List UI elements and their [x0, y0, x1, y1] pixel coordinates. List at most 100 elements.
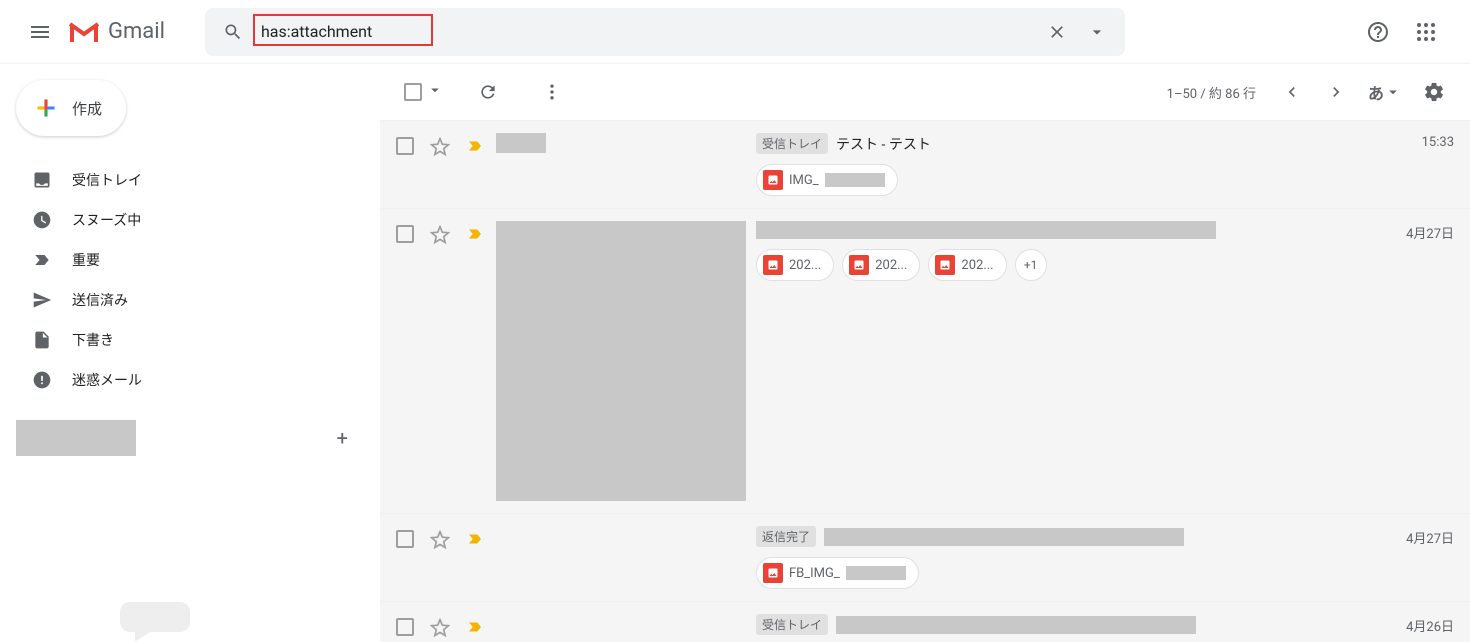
help-button[interactable] — [1358, 12, 1398, 52]
next-page-button[interactable] — [1316, 72, 1356, 112]
sidebar-item-snoozed[interactable]: スヌーズ中 — [0, 200, 368, 240]
important-marker-icon — [466, 618, 484, 636]
search-options-dropdown[interactable] — [1077, 12, 1117, 52]
star-button[interactable] — [430, 225, 450, 249]
image-file-icon — [763, 170, 783, 190]
image-file-icon — [935, 255, 955, 275]
image-file-icon — [763, 563, 783, 583]
plus-icon — [32, 94, 60, 122]
select-dropdown[interactable] — [426, 81, 444, 103]
search-input[interactable] — [253, 18, 1037, 45]
gmail-logo-text: Gmail — [108, 19, 165, 44]
search-button[interactable] — [213, 12, 253, 52]
image-file-icon — [849, 255, 869, 275]
email-row[interactable]: 受信トレイ テスト - テスト IMG_ 15:33 — [380, 120, 1470, 209]
attachment-chip[interactable]: FB_IMG_ — [756, 557, 919, 589]
chevron-down-icon — [1087, 22, 1107, 42]
gmail-logo[interactable]: Gmail — [68, 19, 165, 44]
star-button[interactable] — [430, 618, 450, 642]
input-method-button[interactable]: あ — [1368, 80, 1402, 104]
sidebar-item-label: 送信済み — [72, 290, 128, 310]
sidebar-item-spam[interactable]: 迷惑メール — [0, 360, 368, 400]
attachment-chip[interactable]: 202... — [842, 249, 920, 281]
redacted-region — [16, 420, 136, 456]
important-button[interactable] — [466, 618, 484, 640]
sidebar-item-drafts[interactable]: 下書き — [0, 320, 368, 360]
label-chip[interactable]: 受信トレイ — [756, 133, 828, 154]
attachment-chip[interactable]: 202... — [756, 249, 834, 281]
sidebar-item-important[interactable]: 重要 — [0, 240, 368, 280]
chevron-left-icon — [1282, 82, 1302, 102]
select-all-checkbox[interactable] — [404, 81, 444, 103]
attachment-name: IMG_ — [789, 173, 819, 188]
star-icon — [430, 530, 450, 550]
redacted-region — [825, 173, 885, 187]
sidebar: 作成 受信トレイ スヌーズ中 重要 送信済み 下書き — [0, 64, 380, 642]
sidebar-item-label: 迷惑メール — [72, 370, 142, 390]
attachment-name: 202... — [875, 258, 907, 273]
row-checkbox[interactable] — [396, 225, 414, 243]
row-checkbox[interactable] — [396, 618, 414, 636]
toolbar: 1–50 / 約 86 行 あ — [380, 64, 1470, 120]
more-button[interactable] — [532, 72, 572, 112]
attachment-name: 202... — [789, 258, 821, 273]
more-attachments-chip[interactable]: +1 — [1015, 249, 1047, 281]
sidebar-item-label: 重要 — [72, 250, 100, 270]
refresh-button[interactable] — [468, 72, 508, 112]
help-icon — [1366, 20, 1390, 44]
star-button[interactable] — [430, 530, 450, 554]
pagination-info: 1–50 / 約 86 行 — [1167, 83, 1256, 102]
checkbox-icon — [404, 83, 422, 101]
attachment-name: FB_IMG_ — [789, 566, 840, 581]
email-row[interactable]: 202... 202... 202... +1 4月27日 — [380, 209, 1470, 514]
draft-icon — [32, 330, 52, 350]
main-content: 1–50 / 約 86 行 あ — [380, 64, 1470, 642]
sidebar-item-inbox[interactable]: 受信トレイ — [0, 160, 368, 200]
important-button[interactable] — [466, 225, 484, 247]
chat-bubble-icon — [120, 602, 200, 642]
row-checkbox[interactable] — [396, 137, 414, 155]
search-icon — [223, 22, 243, 42]
search-clear-button[interactable] — [1037, 12, 1077, 52]
compose-label: 作成 — [72, 98, 102, 119]
close-icon — [1047, 22, 1067, 42]
main-menu-button[interactable] — [16, 8, 64, 56]
important-button[interactable] — [466, 530, 484, 552]
star-icon — [430, 137, 450, 157]
sidebar-item-label: 受信トレイ — [72, 170, 142, 190]
attachment-chip[interactable]: 202... — [928, 249, 1006, 281]
lang-label: あ — [1368, 80, 1384, 104]
compose-button[interactable]: 作成 — [16, 80, 126, 136]
gmail-logo-icon — [68, 20, 100, 44]
attachment-name: 202... — [961, 258, 993, 273]
email-date: 15:33 — [1422, 133, 1454, 196]
star-button[interactable] — [430, 137, 450, 161]
settings-button[interactable] — [1414, 72, 1454, 112]
label-chip[interactable]: 返信完了 — [756, 526, 816, 547]
email-date: 4月27日 — [1406, 221, 1454, 501]
apps-button[interactable] — [1406, 12, 1446, 52]
gear-icon — [1423, 81, 1445, 103]
prev-page-button[interactable] — [1272, 72, 1312, 112]
star-icon — [430, 225, 450, 245]
email-subject: テスト - テスト — [836, 134, 931, 154]
row-checkbox[interactable] — [396, 530, 414, 548]
redacted-region — [846, 566, 906, 580]
chevron-down-icon — [1384, 83, 1402, 101]
email-row[interactable]: 返信完了 FB_IMG_ 4月27日 — [380, 514, 1470, 602]
redacted-sender — [496, 133, 546, 153]
new-hangout-button[interactable]: + — [337, 426, 348, 450]
hamburger-icon — [28, 20, 52, 44]
search-bar — [205, 8, 1125, 56]
important-button[interactable] — [466, 137, 484, 159]
redacted-subject — [824, 528, 1184, 546]
label-chip[interactable]: 受信トレイ — [756, 614, 828, 635]
sidebar-item-sent[interactable]: 送信済み — [0, 280, 368, 320]
chevron-down-icon — [426, 81, 444, 99]
header: Gmail — [0, 0, 1470, 64]
spam-icon — [32, 370, 52, 390]
redacted-sender — [496, 221, 746, 501]
email-row[interactable]: 受信トレイ FB_... FB_... — [380, 602, 1470, 642]
attachment-chip[interactable]: IMG_ — [756, 164, 898, 196]
email-date: 4月26日 — [1406, 614, 1454, 642]
